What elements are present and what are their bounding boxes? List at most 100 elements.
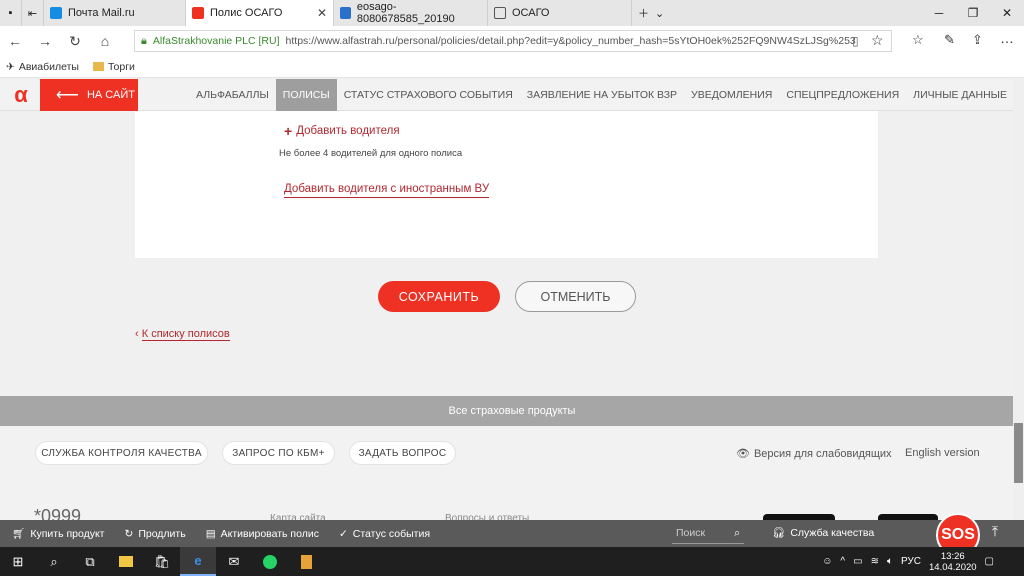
mail-icon[interactable]: ✉: [216, 547, 252, 576]
windows-start-icon[interactable]: ⊞: [0, 547, 36, 576]
accessibility-label: Версия для слабовидящих: [753, 447, 892, 460]
tab-preview-icon[interactable]: ▪: [0, 0, 22, 26]
favorite-flights[interactable]: ✈ Авиабилеты: [6, 61, 79, 73]
kbm-request-button[interactable]: ЗАПРОС ПО КБМ+: [222, 441, 335, 465]
forward-arrow-icon[interactable]: →: [30, 33, 60, 49]
plane-icon: ✈: [6, 60, 15, 73]
tab-osago[interactable]: ОСАГО: [488, 0, 632, 26]
back-to-policies-label: К списку полисов: [141, 328, 230, 341]
nav-notifications[interactable]: УВЕДОМЛЕНИЯ: [684, 79, 779, 111]
nav-travel-claim[interactable]: ЗАЯВЛЕНИЕ НА УБЫТОК ВЗР: [520, 79, 684, 111]
save-button[interactable]: СОХРАНИТЬ: [378, 281, 500, 312]
clock[interactable]: 13:26 14.04.2020: [929, 551, 977, 573]
nav-special-offers[interactable]: СПЕЦПРЕДЛОЖЕНИЯ: [779, 79, 906, 111]
chevron-left-icon: ‹: [135, 328, 142, 340]
site-header: α ⟵ НА САЙТ АЛЬФАБАЛЛЫ ПОЛИСЫ СТАТУС СТР…: [0, 79, 1024, 111]
refresh-icon[interactable]: ↻: [60, 33, 90, 50]
favorites-icon[interactable]: ☆: [912, 32, 924, 48]
edge-icon[interactable]: e: [180, 547, 216, 576]
whatsapp-icon[interactable]: [252, 547, 288, 576]
people-icon[interactable]: ☺: [822, 556, 832, 567]
renew-label: Продлить: [138, 527, 186, 540]
search-icon[interactable]: ⌕: [36, 547, 72, 576]
tab-eosago-pdf[interactable]: eosago-8080678585_20190: [334, 0, 488, 26]
browser-tab-bar: ▪ ⇤ Почта Mail.ru Полис ОСАГО ✕ eosago-8…: [0, 0, 1024, 26]
network-icon[interactable]: ▭: [853, 556, 862, 567]
back-to-policies-link[interactable]: ‹ К списку полисов: [135, 328, 230, 341]
favorite-label: Торги: [107, 60, 135, 73]
notifications-icon[interactable]: ▢: [985, 556, 994, 567]
wifi-icon[interactable]: ≋: [871, 556, 879, 567]
search-placeholder: Поиск: [676, 527, 706, 539]
scrollbar-thumb[interactable]: [1014, 423, 1023, 483]
tab-title: Почта Mail.ru: [68, 7, 135, 19]
tab-osago-policy[interactable]: Полис ОСАГО ✕: [186, 0, 334, 26]
tab-back-icon[interactable]: ⇤: [22, 0, 44, 26]
activate-policy-button[interactable]: ▤ Активировать полис: [194, 528, 327, 540]
add-foreign-driver-link[interactable]: Добавить водителя с иностранным ВУ: [284, 183, 490, 198]
task-view-icon[interactable]: ⧉: [72, 547, 108, 576]
system-tray: ☺ ^ ▭ ≋ 🔈︎ РУС 13:26 14.04.2020 ▢: [822, 547, 994, 576]
quality-service-button[interactable]: 🎧︎ Служба качества: [772, 526, 874, 540]
file-explorer-icon[interactable]: [108, 547, 144, 576]
tab-title: ОСАГО: [512, 7, 550, 19]
back-to-site-button[interactable]: ⟵ НА САЙТ: [40, 79, 138, 111]
event-status-label: Статус события: [352, 527, 431, 540]
nav-claim-status[interactable]: СТАТУС СТРАХОВОГО СОБЫТИЯ: [337, 79, 520, 111]
favorite-tenders[interactable]: Торги: [92, 60, 135, 73]
volume-icon[interactable]: 🔈︎: [887, 556, 893, 567]
accessibility-version-link[interactable]: 👁︎ Версия для слабовидящих: [736, 447, 892, 461]
site-identity: AlfaStrakhovanie PLC [RU]: [152, 35, 280, 47]
back-arrow-icon[interactable]: ←: [0, 33, 30, 49]
close-window-button[interactable]: ✕: [990, 0, 1024, 26]
reading-view-icon[interactable]: ▯: [852, 34, 859, 48]
search-icon[interactable]: ⌕: [734, 527, 740, 540]
quality-control-button[interactable]: СЛУЖБА КОНТРОЛЯ КАЧЕСТВА: [35, 441, 208, 465]
favorite-label: Авиабилеты: [18, 60, 79, 73]
new-tab-button[interactable]: ＋ ⌄: [632, 0, 680, 26]
lock-icon: 🔒︎: [141, 34, 147, 47]
nav-alfapoints[interactable]: АЛЬФАБАЛЛЫ: [189, 79, 276, 111]
address-field[interactable]: 🔒︎ AlfaStrakhovanie PLC [RU] https://www…: [134, 30, 892, 52]
plus-icon: ＋: [638, 8, 649, 20]
pen-icon[interactable]: ✎: [944, 32, 955, 48]
close-icon[interactable]: ✕: [317, 6, 327, 20]
language-indicator[interactable]: РУС: [901, 556, 921, 567]
pdf-icon: [340, 7, 351, 19]
eye-icon: 👁︎: [736, 448, 750, 460]
minimize-button[interactable]: ─: [922, 0, 956, 26]
store-icon[interactable]: 🛍︎: [144, 547, 180, 576]
search-input[interactable]: Поиск ⌕: [672, 523, 744, 544]
restore-button[interactable]: ❐: [956, 0, 990, 26]
nav-policies[interactable]: ПОЛИСЫ: [275, 79, 337, 111]
chevron-up-icon[interactable]: ^: [840, 556, 845, 567]
headset-icon: 🎧︎: [772, 527, 786, 539]
alfa-logo[interactable]: α: [4, 79, 38, 111]
windows-taskbar: ⊞ ⌕ ⧉ 🛍︎ e ✉ ☺ ^ ▭ ≋ 🔈︎ РУС 13:26 14.04.…: [0, 547, 1024, 576]
nav-personal-data[interactable]: ЛИЧНЫЕ ДАННЫЕ: [906, 79, 1014, 111]
mail-icon: [50, 7, 62, 19]
activate-policy-label: Активировать полис: [220, 527, 319, 540]
star-icon[interactable]: ☆: [871, 32, 884, 49]
main-nav: АЛЬФАБАЛЛЫ ПОЛИСЫ СТАТУС СТРАХОВОГО СОБЫ…: [189, 79, 1014, 111]
arrow-left-icon: ⟵: [56, 87, 79, 104]
buy-product-label: Купить продукт: [30, 527, 105, 540]
english-version-link[interactable]: English version: [905, 447, 980, 459]
clock-date: 14.04.2020: [929, 561, 977, 573]
add-driver-link[interactable]: + Добавить водителя: [284, 123, 400, 139]
renew-button[interactable]: ↻ Продлить: [113, 528, 194, 540]
url-text[interactable]: https://www.alfastrah.ru/personal/polici…: [286, 35, 856, 47]
document-icon[interactable]: [288, 547, 324, 576]
back-to-site-label: НА САЙТ: [86, 89, 135, 101]
share-icon[interactable]: ⇪: [972, 32, 983, 48]
buy-product-button[interactable]: 🛒︎ Купить продукт: [0, 527, 113, 541]
more-icon[interactable]: …: [1000, 30, 1014, 46]
scroll-top-icon[interactable]: ⤒: [985, 523, 1005, 543]
tab-mail[interactable]: Почта Mail.ru: [44, 0, 186, 26]
all-products-bar[interactable]: Все страховые продукты: [0, 396, 1024, 426]
check-circle-icon: ✓: [338, 527, 348, 540]
event-status-button[interactable]: ✓ Статус события: [327, 528, 438, 540]
cancel-button[interactable]: ОТМЕНИТЬ: [515, 281, 636, 312]
home-icon[interactable]: ⌂: [90, 33, 120, 49]
ask-question-button[interactable]: ЗАДАТЬ ВОПРОС: [349, 441, 456, 465]
